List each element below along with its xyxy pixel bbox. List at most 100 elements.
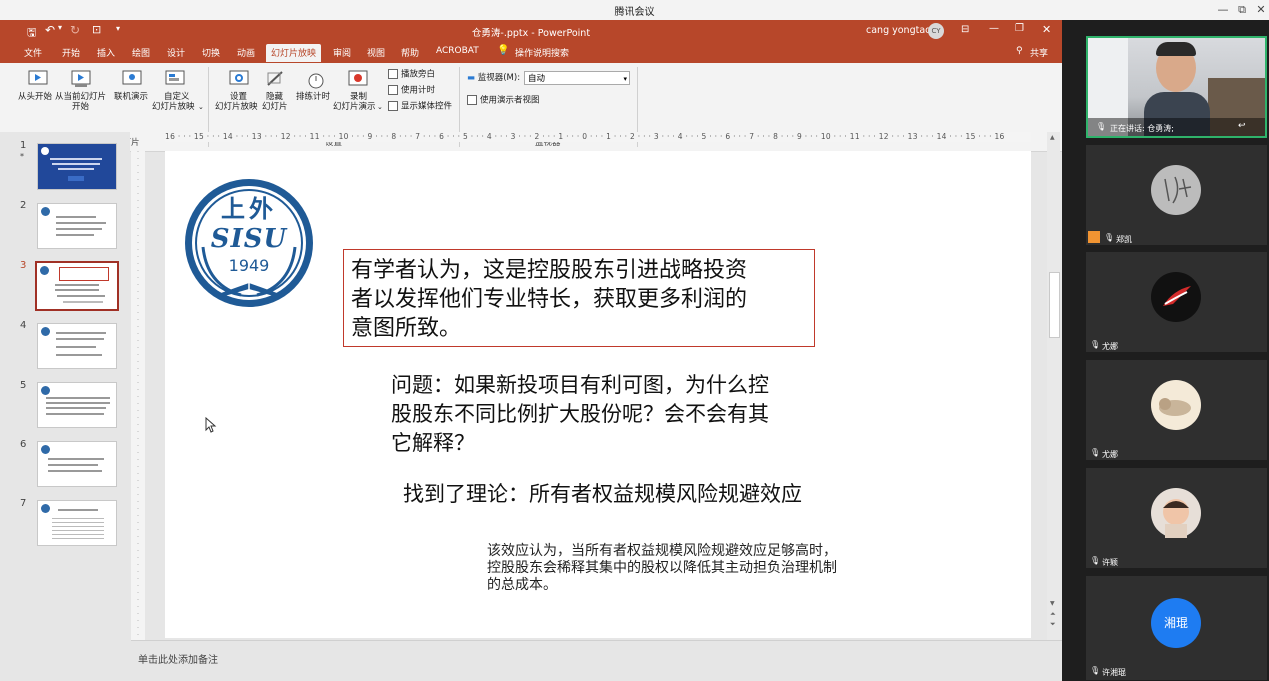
- thumb-text-line: [46, 397, 110, 399]
- thumb-text-line: [56, 332, 106, 334]
- show-media-controls-checkbox[interactable]: 显示媒体控件: [388, 101, 452, 112]
- play-narrations-label: 播放旁白: [401, 69, 436, 80]
- thumbnail-slide-5[interactable]: [37, 382, 117, 428]
- user-badge-icon: [1088, 231, 1100, 243]
- scroll-up-icon[interactable]: ▲: [1050, 134, 1055, 141]
- mic-icon: 🎙: [1104, 233, 1115, 242]
- thumbnail-slide-2[interactable]: [37, 203, 117, 249]
- checkbox-icon[interactable]: [388, 69, 398, 79]
- thumb-text-line: [52, 163, 100, 165]
- previous-slide-icon[interactable]: ⏶: [1050, 610, 1056, 619]
- next-slide-icon[interactable]: ⏷: [1050, 620, 1056, 629]
- participant-hair: [1156, 42, 1196, 56]
- chevron-down-icon[interactable]: ⌄: [377, 102, 383, 112]
- scroll-down-icon[interactable]: ▼: [1050, 600, 1055, 607]
- tab-review[interactable]: 审阅: [333, 46, 351, 59]
- notes-pane[interactable]: 单击此处添加备注: [131, 640, 1062, 681]
- checkbox-icon[interactable]: [388, 85, 398, 95]
- participant-tile[interactable]: 🎙 尤娜: [1086, 360, 1267, 460]
- checkbox-icon[interactable]: [388, 101, 398, 111]
- participant-tile[interactable]: 湘琨 🎙 许湘琨: [1086, 576, 1267, 680]
- ppt-minimize-icon[interactable]: —: [989, 23, 999, 34]
- restore-icon[interactable]: ⧉: [1233, 2, 1251, 18]
- thumb-text-line: [48, 470, 102, 472]
- tab-animations[interactable]: 动画: [237, 46, 255, 59]
- custom-slideshow-button[interactable]: [164, 69, 186, 93]
- vertical-scrollbar[interactable]: ▲ ▼ ⏶ ⏷: [1047, 132, 1060, 640]
- minimize-icon[interactable]: —: [1214, 2, 1232, 18]
- tab-home[interactable]: 开始: [62, 46, 80, 59]
- participant-avatar: [1151, 165, 1201, 215]
- play-narrations-checkbox[interactable]: 播放旁白: [388, 69, 435, 80]
- theory-heading[interactable]: 找到了理论：所有者权益规模风险规避效应: [403, 478, 802, 508]
- account-name[interactable]: cang yongtao: [866, 25, 931, 36]
- hide-slide-label-2: 幻灯片: [262, 102, 288, 112]
- tab-acrobat[interactable]: ACROBAT: [436, 46, 479, 56]
- scrollbar-thumb[interactable]: [1049, 272, 1060, 338]
- thumbnail-number: 1: [20, 140, 27, 151]
- thumbnail-slide-3-selected[interactable]: [35, 261, 119, 311]
- scholar-view-textbox[interactable]: 有学者认为，这是控股股东引进战略投资 者以发挥他们专业特长，获取更多利润的 意图…: [343, 249, 815, 347]
- effect-description[interactable]: 该效应认为，当所有者权益规模风险规避效应足够高时， 控股股东会稀释其集中的股权以…: [487, 543, 907, 594]
- chevron-down-icon[interactable]: ▾: [623, 72, 627, 86]
- setup-slideshow-button[interactable]: [228, 69, 250, 93]
- use-timings-label: 使用计时: [401, 85, 436, 96]
- hide-slide-icon: [267, 71, 283, 86]
- record-icon: [348, 70, 368, 86]
- thumb-text-line: [55, 289, 99, 291]
- thumbnail-slide-6[interactable]: [37, 441, 117, 487]
- participant-avatar: [1151, 380, 1201, 430]
- thumb-box: [59, 267, 109, 281]
- participant-tile[interactable]: 🎙 郑凯: [1086, 145, 1267, 245]
- online-present-button[interactable]: [121, 69, 143, 93]
- account-avatar[interactable]: CY: [928, 23, 944, 39]
- tab-transitions[interactable]: 切换: [202, 46, 220, 59]
- cat-avatar-image: [1159, 398, 1191, 416]
- tab-view[interactable]: 视图: [367, 46, 385, 59]
- close-icon[interactable]: ✕: [1252, 2, 1269, 18]
- share-icon[interactable]: ⚲: [1016, 46, 1023, 56]
- presenter-view-checkbox[interactable]: 使用演示者视图: [467, 95, 540, 106]
- thumb-logo: [41, 386, 50, 395]
- notes-placeholder[interactable]: 单击此处添加备注: [138, 651, 218, 666]
- mic-icon: 🎙: [1090, 448, 1101, 457]
- tab-insert[interactable]: 插入: [97, 46, 115, 59]
- ppt-close-icon[interactable]: ✕: [1042, 23, 1051, 36]
- ppt-restore-icon[interactable]: ❐: [1015, 23, 1024, 34]
- share-button[interactable]: 共享: [1030, 46, 1048, 59]
- ribbon-display-icon[interactable]: ⊟: [961, 24, 969, 35]
- participant-tile[interactable]: 🎙 尤娜: [1086, 252, 1267, 352]
- vertical-ruler-ticks: [137, 151, 139, 641]
- stopwatch-icon: [308, 73, 324, 89]
- tab-design[interactable]: 设计: [167, 46, 185, 59]
- thumbnail-slide-7[interactable]: [37, 500, 117, 546]
- custom-slideshow-icon: [165, 70, 185, 85]
- tab-file[interactable]: 文件: [24, 46, 42, 59]
- thumb-text-line: [48, 458, 104, 460]
- slide-canvas[interactable]: 上外 SISU 1949 有学者认为，这是控股股东引进战略投资 者以发挥他们专业…: [165, 151, 1031, 638]
- thumb-text-line: [56, 222, 106, 224]
- thumbnail-slide-4[interactable]: [37, 323, 117, 369]
- tab-help[interactable]: 帮助: [401, 46, 419, 59]
- logo-year: 1949: [228, 256, 270, 275]
- thumb-text-line: [58, 509, 98, 511]
- back-icon[interactable]: ↩: [1238, 121, 1246, 131]
- participant-tile-active-speaker[interactable]: 🎙 正在讲话: 仓勇涛; ↩: [1086, 36, 1267, 138]
- red-brush-avatar-image: [1163, 286, 1191, 306]
- participant-tile[interactable]: 🎙 许颖: [1086, 468, 1267, 568]
- thumbnail-slide-1[interactable]: [37, 143, 117, 190]
- participant-name: 许颖: [1102, 558, 1118, 567]
- thumbnail-star: *: [20, 152, 24, 161]
- hide-slide-button[interactable]: [264, 69, 286, 93]
- tell-me-search[interactable]: 操作说明搜索: [515, 46, 569, 59]
- use-timings-checkbox[interactable]: 使用计时: [388, 85, 435, 96]
- monitor-select[interactable]: 自动 ▾: [524, 71, 630, 85]
- question-textbox[interactable]: 问题：如果新投项目有利可图，为什么控 股股东不同比例扩大股份呢？会不会有其 它解…: [391, 371, 871, 458]
- ppt-title-bar: 🖫 ↶ ▾ ↻ ⊡ ▾ 仓勇涛-.pptx - PowerPoint cang …: [0, 20, 1062, 42]
- checkbox-icon[interactable]: [467, 95, 477, 105]
- mic-icon: 🎙: [1090, 666, 1101, 675]
- chevron-down-icon[interactable]: ⌄: [198, 102, 204, 112]
- thumb-table: [52, 515, 104, 539]
- tab-draw[interactable]: 绘图: [132, 46, 150, 59]
- tab-slideshow[interactable]: 幻灯片放映: [266, 44, 322, 62]
